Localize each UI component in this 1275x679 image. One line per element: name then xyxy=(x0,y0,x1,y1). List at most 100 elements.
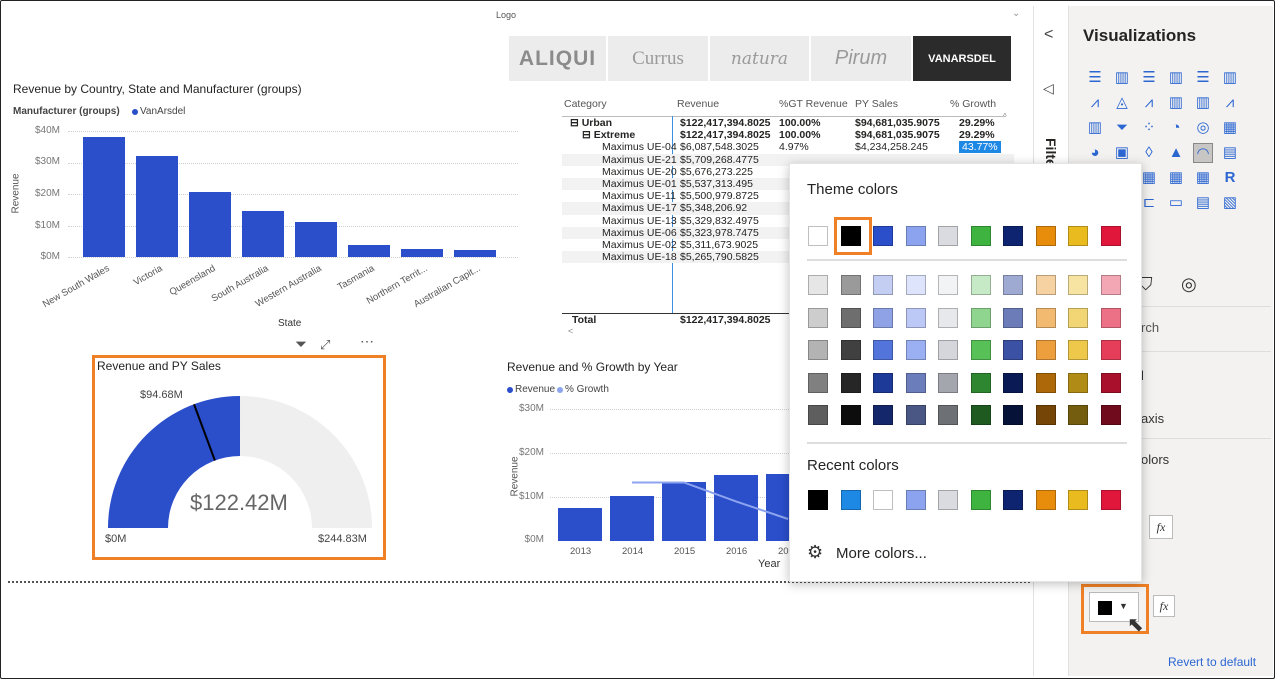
shade-color-swatch[interactable] xyxy=(1100,307,1121,328)
shade-color-swatch[interactable] xyxy=(970,340,991,360)
shade-color-swatch[interactable] xyxy=(1100,372,1121,393)
analytics-icon[interactable]: ◎ xyxy=(1181,274,1197,295)
fx-button[interactable]: fx xyxy=(1153,595,1175,617)
shade-color-swatch[interactable] xyxy=(970,372,991,393)
shade-color-swatch[interactable] xyxy=(1035,275,1056,295)
recent-color-swatch[interactable] xyxy=(873,490,893,510)
card-icon[interactable]: ▤ xyxy=(1220,143,1240,163)
shade-color-swatch[interactable] xyxy=(1003,405,1023,425)
stacked-column-icon[interactable]: ▥ xyxy=(1112,68,1132,88)
shade-color-swatch[interactable] xyxy=(1003,340,1023,360)
color-picker-popup[interactable]: Theme colors Recent colors ⚙ More colors… xyxy=(789,163,1142,582)
shade-color-swatch[interactable] xyxy=(840,372,861,393)
table-icon[interactable]: ▦ xyxy=(1166,168,1186,188)
line-chart-icon[interactable]: ⩘ xyxy=(1085,93,1105,113)
shade-color-swatch[interactable] xyxy=(808,372,828,393)
shade-color-swatch[interactable] xyxy=(1035,372,1056,393)
shade-color-swatch[interactable] xyxy=(970,275,991,295)
shade-color-swatch[interactable] xyxy=(1068,307,1088,328)
area-chart-icon[interactable]: ◬ xyxy=(1112,93,1132,113)
shade-color-swatch[interactable] xyxy=(808,275,828,295)
ribbon-chart-icon[interactable]: ⩘ xyxy=(1220,93,1240,113)
theme-color-swatch[interactable] xyxy=(938,226,958,246)
shade-color-swatch[interactable] xyxy=(873,307,893,328)
stacked-bar-icon[interactable]: ☰ xyxy=(1085,68,1105,88)
recent-color-swatch[interactable] xyxy=(1035,490,1056,510)
format-section-colors[interactable]: olors xyxy=(1141,452,1169,467)
map-icon[interactable]: ◕ xyxy=(1085,143,1105,163)
search-input[interactable]: rch xyxy=(1141,320,1159,335)
shade-color-swatch[interactable] xyxy=(1068,372,1088,393)
treemap-icon[interactable]: ▦ xyxy=(1220,118,1240,138)
filled-map-icon[interactable]: ▣ xyxy=(1112,143,1132,163)
recent-color-swatch[interactable] xyxy=(840,490,861,510)
shade-color-swatch[interactable] xyxy=(1100,405,1121,425)
shade-color-swatch[interactable] xyxy=(808,307,828,328)
shade-color-swatch[interactable] xyxy=(1003,307,1023,328)
100-column-icon[interactable]: ▥ xyxy=(1220,68,1240,88)
shade-color-swatch[interactable] xyxy=(840,307,861,328)
gauge-icon[interactable]: ◠ xyxy=(1193,143,1213,163)
smart-narrative-icon[interactable]: ▤ xyxy=(1193,193,1213,213)
shade-color-swatch[interactable] xyxy=(808,405,828,425)
shade-color-swatch[interactable] xyxy=(905,405,926,425)
theme-color-swatch[interactable] xyxy=(808,226,828,246)
shade-color-swatch[interactable] xyxy=(1100,275,1121,295)
r-visual-icon[interactable]: R xyxy=(1220,168,1240,188)
fx-button[interactable]: fx xyxy=(1149,515,1173,539)
clustered-bar-icon[interactable]: ☰ xyxy=(1139,68,1159,88)
recent-color-swatch[interactable] xyxy=(938,490,958,510)
pie-chart-icon[interactable]: ◔ xyxy=(1166,118,1186,138)
shade-color-swatch[interactable] xyxy=(873,340,893,360)
format-section-axis[interactable]: axis xyxy=(1141,411,1164,426)
shade-color-swatch[interactable] xyxy=(1068,405,1088,425)
recent-color-swatch[interactable] xyxy=(970,490,991,510)
shape-map-icon[interactable]: ◊ xyxy=(1139,143,1159,163)
shade-color-swatch[interactable] xyxy=(905,372,926,393)
theme-color-swatch[interactable] xyxy=(970,226,991,246)
recent-color-swatch[interactable] xyxy=(1068,490,1088,510)
shade-color-swatch[interactable] xyxy=(840,275,861,295)
theme-color-swatch[interactable] xyxy=(1003,226,1023,246)
shade-color-swatch[interactable] xyxy=(1035,340,1056,360)
shade-color-swatch[interactable] xyxy=(938,307,958,328)
donut-chart-icon[interactable]: ◎ xyxy=(1193,118,1213,138)
shade-color-swatch[interactable] xyxy=(938,372,958,393)
shade-color-swatch[interactable] xyxy=(970,307,991,328)
shade-color-swatch[interactable] xyxy=(1068,340,1088,360)
recent-color-swatch[interactable] xyxy=(905,490,926,510)
line-column-icon[interactable]: ▥ xyxy=(1166,93,1186,113)
shade-color-swatch[interactable] xyxy=(938,340,958,360)
azure-map-icon[interactable]: ▲ xyxy=(1166,143,1186,163)
shade-color-swatch[interactable] xyxy=(840,405,861,425)
theme-color-swatch[interactable] xyxy=(1100,226,1121,246)
100-bar-icon[interactable]: ☰ xyxy=(1193,68,1213,88)
matrix-icon[interactable]: ▦ xyxy=(1193,168,1213,188)
shade-color-swatch[interactable] xyxy=(938,275,958,295)
shade-color-swatch[interactable] xyxy=(938,405,958,425)
shade-color-swatch[interactable] xyxy=(970,405,991,425)
shade-color-swatch[interactable] xyxy=(873,275,893,295)
recent-color-swatch[interactable] xyxy=(1003,490,1023,510)
shade-color-swatch[interactable] xyxy=(808,340,828,360)
funnel-icon[interactable]: ⏷ xyxy=(1112,118,1132,138)
shade-color-swatch[interactable] xyxy=(1100,340,1121,360)
line-clustered-icon[interactable]: ▥ xyxy=(1193,93,1213,113)
collapse-chevron-icon[interactable]: < xyxy=(1044,26,1053,44)
stacked-area-icon[interactable]: ⩘ xyxy=(1139,93,1159,113)
recent-color-swatch[interactable] xyxy=(808,490,828,510)
shade-color-swatch[interactable] xyxy=(873,405,893,425)
theme-color-swatch[interactable] xyxy=(1068,226,1088,246)
theme-color-swatch[interactable] xyxy=(905,226,926,246)
shade-color-swatch[interactable] xyxy=(1003,275,1023,295)
theme-color-swatch[interactable] xyxy=(1035,226,1056,246)
shade-color-swatch[interactable] xyxy=(905,340,926,360)
shade-color-swatch[interactable] xyxy=(1035,307,1056,328)
shade-color-swatch[interactable] xyxy=(873,372,893,393)
clustered-column-icon[interactable]: ▥ xyxy=(1166,68,1186,88)
scatter-icon[interactable]: ⁘ xyxy=(1139,118,1159,138)
theme-color-swatch[interactable] xyxy=(873,226,893,246)
shade-color-swatch[interactable] xyxy=(905,307,926,328)
recent-color-swatch[interactable] xyxy=(1100,490,1121,510)
shade-color-swatch[interactable] xyxy=(1003,372,1023,393)
